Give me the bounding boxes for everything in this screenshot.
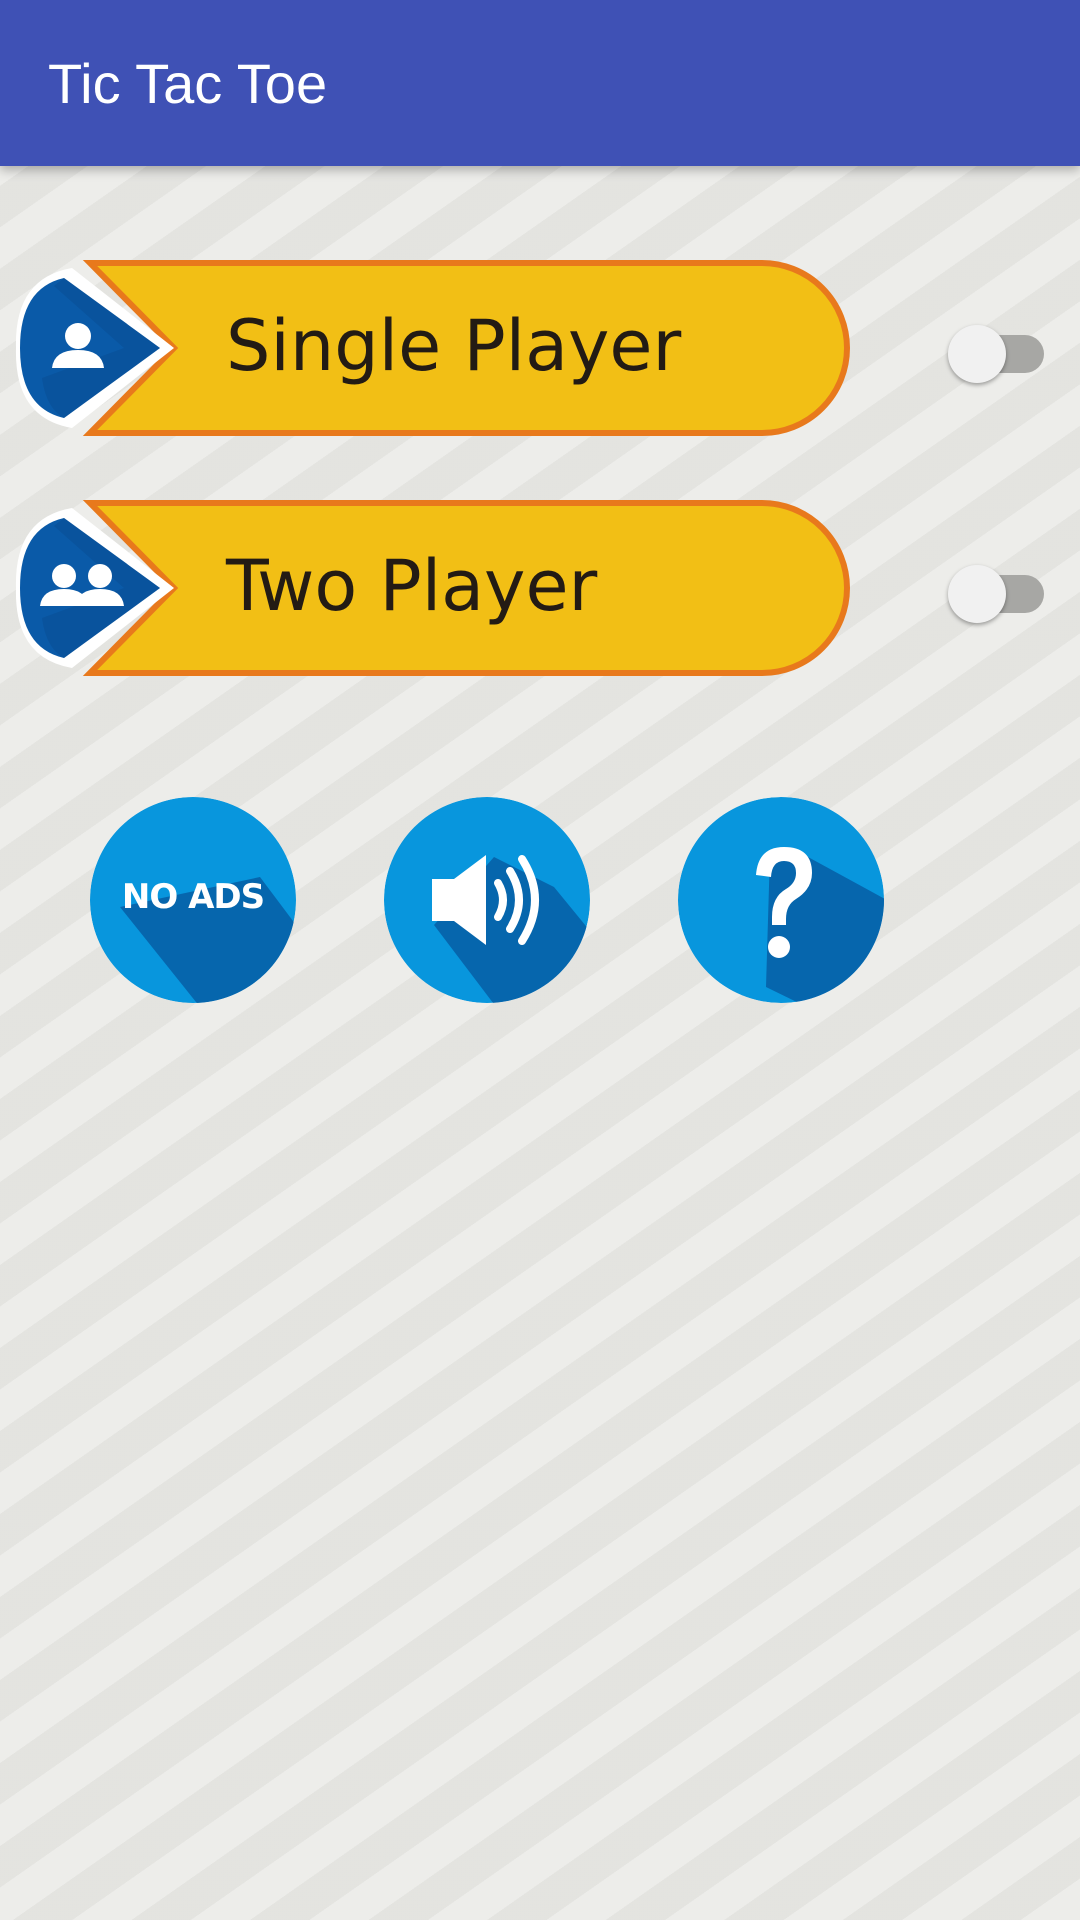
help-button[interactable]	[678, 797, 884, 1003]
toggle-thumb	[948, 325, 1006, 383]
single-player-toggle[interactable]	[948, 322, 1046, 386]
no-ads-label: NO ADS	[121, 877, 265, 917]
toggle-thumb	[948, 565, 1006, 623]
two-player-button[interactable]: Two Player	[14, 498, 854, 678]
single-player-button[interactable]: Single Player	[14, 258, 854, 438]
two-player-label: Two Player	[226, 545, 598, 627]
single-player-label: Single Player	[226, 305, 682, 387]
sound-button[interactable]	[384, 797, 590, 1003]
app-bar: Tic Tac Toe	[0, 0, 1080, 166]
no-ads-button[interactable]: NO ADS	[90, 797, 296, 1003]
app-title: Tic Tac Toe	[48, 52, 328, 115]
two-player-toggle[interactable]	[948, 562, 1046, 626]
